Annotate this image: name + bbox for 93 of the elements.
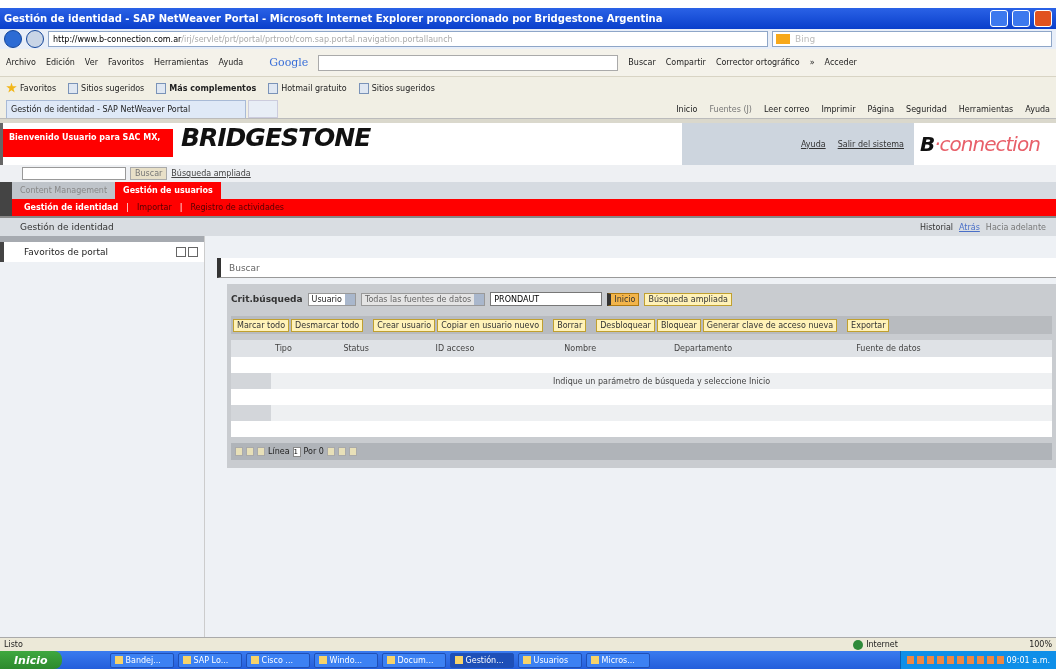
action-button[interactable]: Marcar todo (233, 318, 290, 332)
start-button[interactable]: Inicio (0, 651, 62, 669)
pager-label: Línea (268, 447, 290, 456)
menu-item[interactable]: Ayuda (218, 58, 244, 67)
taskbar-button[interactable]: Bandej... (109, 652, 174, 668)
portal-search-field[interactable] (22, 167, 126, 180)
command-item[interactable]: Inicio (676, 104, 698, 114)
taskbar-button[interactable]: Micros... (585, 652, 650, 668)
taskbar-button[interactable]: SAP Lo... (177, 652, 242, 668)
search-input[interactable]: PRONDAUT (490, 292, 603, 306)
bing-icon (776, 34, 790, 44)
criteria-label: Crit.búsqueda (231, 294, 303, 304)
sub-tab[interactable]: Gestión de identidad (24, 203, 119, 212)
toolbar-item[interactable]: Acceder (824, 58, 857, 67)
column-header[interactable]: Status (339, 340, 432, 357)
maximize-button[interactable] (1012, 10, 1030, 27)
taskbar-button[interactable]: Usuarios (517, 652, 582, 668)
empty-table-message: Indique un parámetro de búsqueda y seleccione Inicio (552, 376, 771, 386)
go-button[interactable]: Inicio (607, 292, 640, 306)
close-button[interactable] (1034, 10, 1052, 27)
column-header[interactable]: Tipo (271, 340, 340, 357)
welcome-banner: Bienvenido Usuario para SAC MX, (3, 129, 173, 157)
back-button[interactable] (4, 30, 22, 48)
source-dropdown[interactable]: Todas las fuentes de datos (360, 292, 486, 306)
column-header[interactable]: Departamento (669, 340, 853, 357)
command-item[interactable]: Herramientas (958, 104, 1014, 114)
command-item[interactable]: Leer correo (764, 104, 810, 114)
list-icon[interactable] (176, 247, 186, 257)
search-button[interactable]: Buscar (130, 167, 168, 180)
favorites-item[interactable]: Favoritos (6, 82, 57, 94)
action-button[interactable]: Borrar (553, 318, 587, 332)
separator: | (179, 203, 183, 212)
action-button[interactable]: Crear usuario (373, 318, 436, 332)
favorites-item[interactable]: Sitios sugeridos (68, 82, 145, 94)
menu-item[interactable]: Ver (84, 58, 98, 67)
column-header[interactable]: Nombre (560, 340, 670, 357)
action-button[interactable]: Generar clave de acceso nueva (702, 318, 838, 332)
taskbar-button[interactable]: Docum... (381, 652, 446, 668)
favorites-item[interactable]: Hotmail gratuito (268, 82, 347, 94)
panel-title: Buscar (217, 258, 1056, 278)
menu-item[interactable]: Favoritos (107, 58, 145, 67)
toolbar-item[interactable]: Buscar (628, 58, 656, 67)
minimize-button[interactable] (990, 10, 1008, 27)
google-logo: Google (269, 56, 309, 69)
b-connection-logo: B·connection (919, 131, 1041, 158)
favorites-item[interactable]: Más complementos (156, 82, 257, 94)
sub-tab[interactable]: Importar (136, 203, 172, 212)
advanced-search-link[interactable]: Búsqueda ampliada (171, 169, 251, 178)
zoom-level[interactable]: 100% (1029, 640, 1052, 649)
menu-item[interactable]: Edición (45, 58, 75, 67)
nav-tab[interactable]: Gestión de usuarios (115, 182, 221, 199)
pager-total: Por 0 (303, 447, 324, 456)
command-item[interactable]: Seguridad (906, 104, 947, 114)
status-text: Listo (4, 640, 24, 649)
taskbar-button[interactable]: Gestión... (449, 652, 514, 668)
globe-icon (853, 639, 864, 650)
action-button[interactable]: Bloquear (656, 318, 701, 332)
clock: 09:01 a.m. (1006, 655, 1050, 665)
action-button[interactable]: Desbloquear (596, 318, 655, 332)
type-dropdown[interactable]: Usuario (307, 292, 356, 306)
toolbar-item[interactable]: » (809, 58, 815, 67)
new-tab-button[interactable] (248, 100, 278, 118)
google-search-field[interactable] (318, 54, 619, 71)
window-title: Gestión de identidad - SAP NetWeaver Portal - Microsoft Internet Explorer proporcionado por Bridgestone Argentina (4, 13, 664, 24)
bridgestone-logo: BRIDGESTONE (181, 123, 372, 154)
forward-button[interactable] (26, 30, 44, 48)
header-link[interactable]: Ayuda (800, 139, 826, 149)
page-title: Gestión de identidad (20, 222, 115, 232)
window-icon[interactable] (188, 247, 198, 257)
menu-item[interactable]: Herramientas (154, 58, 209, 67)
toolbar-item[interactable]: Corrector ortográfico (715, 58, 800, 67)
toolbar-item[interactable]: Compartir (665, 58, 706, 67)
sidebar-title: Favoritos de portal (24, 247, 109, 257)
header-link[interactable]: Salir del sistema (837, 139, 904, 149)
command-item[interactable]: Página (867, 104, 895, 114)
action-button[interactable]: Desmarcar todo (291, 318, 364, 332)
sub-tab[interactable]: Registro de actividades (190, 203, 284, 212)
zone-text: Internet (866, 640, 898, 649)
advanced-search-button[interactable]: Búsqueda ampliada (644, 292, 732, 306)
taskbar-button[interactable]: Cisco ... (245, 652, 310, 668)
menu-item[interactable]: Archivo (6, 58, 36, 67)
taskbar-button[interactable]: Windo... (313, 652, 378, 668)
separator: | (126, 203, 129, 212)
history-link[interactable]: Historial (919, 222, 954, 232)
column-header[interactable]: Fuente de datos (852, 340, 1052, 357)
column-header[interactable]: ID acceso (431, 340, 561, 357)
history-link[interactable]: Atrás (959, 222, 980, 232)
action-button[interactable]: Copiar en usuario nuevo (437, 318, 544, 332)
command-item[interactable]: Ayuda (1025, 104, 1050, 114)
browser-tab[interactable]: Gestión de identidad - SAP NetWeaver Portal (6, 100, 246, 118)
favorites-item[interactable]: Sitios sugeridos (358, 82, 435, 94)
command-item[interactable]: Imprimir (821, 104, 856, 114)
action-button[interactable]: Exportar (847, 318, 890, 332)
